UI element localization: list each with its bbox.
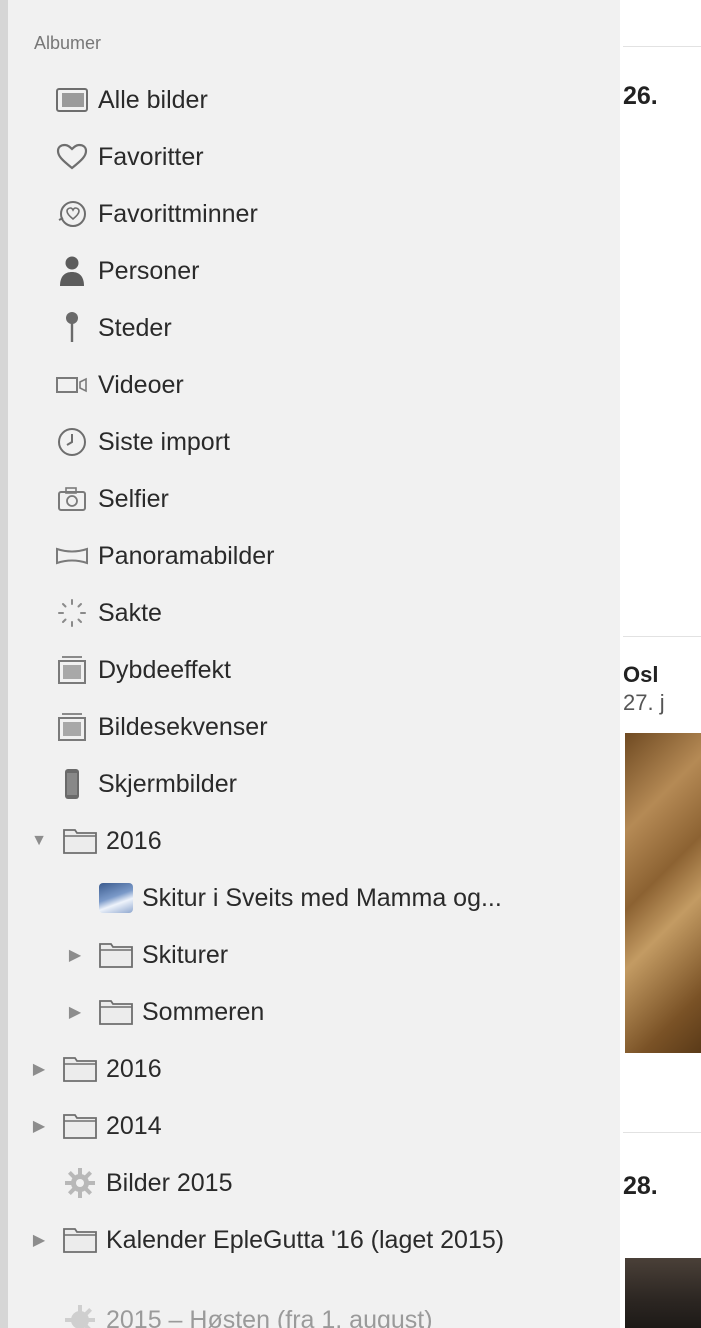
sidebar-item-label: Skjermbilder <box>98 769 237 798</box>
folder-label: 2014 <box>106 1111 162 1140</box>
selfie-camera-icon <box>54 481 90 517</box>
disclosure-collapsed-icon[interactable]: ▶ <box>66 945 84 965</box>
burst-icon <box>54 709 90 745</box>
disclosure-collapsed-icon[interactable]: ▶ <box>30 1059 48 1079</box>
sidebar-item-favorites[interactable]: Favoritter <box>54 135 204 179</box>
folder-label: 2016 <box>106 826 162 855</box>
album-label: Bilder 2015 <box>106 1168 233 1197</box>
sidebar-item-label: Favoritter <box>98 142 204 171</box>
sidebar-item-last-import[interactable]: Siste import <box>54 420 230 464</box>
photo-thumbnail[interactable] <box>625 733 701 1053</box>
pin-icon <box>54 310 90 346</box>
folder-label: Sommeren <box>142 997 265 1026</box>
sidebar-item-selfies[interactable]: Selfier <box>54 477 169 521</box>
section-title: Osl <box>623 662 659 687</box>
photo-timeline[interactable]: 26. Osl 27. j 28. <box>620 0 701 1328</box>
memory-heart-icon <box>54 196 90 232</box>
sidebar-item-depth-effect[interactable]: Dybdeeffekt <box>54 648 231 692</box>
sidebar-item-label: Favorittminner <box>98 199 258 228</box>
folder-2016-expanded[interactable]: ▼ 2016 <box>30 819 162 863</box>
album-label: 2015 – Høsten (fra 1. august) <box>106 1305 433 1328</box>
clock-icon <box>54 424 90 460</box>
slomo-icon <box>54 595 90 631</box>
sidebar-item-label: Siste import <box>98 427 230 456</box>
sidebar-item-label: Sakte <box>98 598 162 627</box>
folder-kalender-eplegutta[interactable]: ▶ Kalender EpleGutta '16 (laget 2015) <box>30 1218 504 1262</box>
panorama-icon <box>54 538 90 574</box>
heart-icon <box>54 139 90 175</box>
screenshot-icon <box>54 766 90 802</box>
smart-album-2015-hosten[interactable]: 2015 – Høsten (fra 1. august) <box>62 1298 433 1328</box>
sidebar-item-label: Steder <box>98 313 172 342</box>
gear-icon <box>62 1302 98 1328</box>
section-divider <box>623 46 701 47</box>
folder-2014[interactable]: ▶ 2014 <box>30 1104 162 1148</box>
person-icon <box>54 253 90 289</box>
section-divider <box>623 636 701 637</box>
folder-icon <box>98 937 134 973</box>
disclosure-collapsed-icon[interactable]: ▶ <box>66 1002 84 1022</box>
sidebar-item-bursts[interactable]: Bildesekvenser <box>54 705 268 749</box>
album-label: Skitur i Sveits med Mamma og... <box>142 883 502 912</box>
sidebar-item-label: Alle bilder <box>98 85 208 114</box>
album-skitur-sveits[interactable]: Skitur i Sveits med Mamma og... <box>98 876 502 920</box>
folder-icon <box>98 994 134 1030</box>
gear-icon <box>62 1165 98 1201</box>
sidebar-item-label: Personer <box>98 256 200 285</box>
sidebar-item-label: Selfier <box>98 484 169 513</box>
sidebar-item-label: Dybdeeffekt <box>98 655 231 684</box>
sidebar-item-label: Videoer <box>98 370 184 399</box>
album-thumbnail <box>98 880 134 916</box>
sidebar-item-label: Panoramabilder <box>98 541 275 570</box>
sidebar-item-slomo[interactable]: Sakte <box>54 591 162 635</box>
folder-label: Skiturer <box>142 940 229 969</box>
sidebar-item-panoramas[interactable]: Panoramabilder <box>54 534 275 578</box>
folder-icon <box>62 1051 98 1087</box>
sidebar: Albumer Alle bilder Favoritter Favorittm… <box>0 0 620 1328</box>
folder-sommeren[interactable]: ▶ Sommeren <box>66 990 264 1034</box>
depth-effect-icon <box>54 652 90 688</box>
section-divider <box>623 1132 701 1133</box>
folder-skiturer[interactable]: ▶ Skiturer <box>66 933 228 977</box>
folder-2016[interactable]: ▶ 2016 <box>30 1047 162 1091</box>
folder-icon <box>62 1222 98 1258</box>
disclosure-collapsed-icon[interactable]: ▶ <box>30 1116 48 1136</box>
folder-icon <box>62 1108 98 1144</box>
section-date: 28. <box>623 1172 658 1200</box>
sidebar-item-all-photos[interactable]: Alle bilder <box>54 78 208 122</box>
sidebar-item-favorite-memories[interactable]: Favorittminner <box>54 192 258 236</box>
folder-label: 2016 <box>106 1054 162 1083</box>
section-date: 26. <box>623 82 658 110</box>
video-icon <box>54 367 90 403</box>
folder-label: Kalender EpleGutta '16 (laget 2015) <box>106 1225 505 1254</box>
disclosure-collapsed-icon[interactable]: ▶ <box>30 1230 48 1250</box>
all-photos-icon <box>54 82 90 118</box>
sidebar-item-videos[interactable]: Videoer <box>54 363 184 407</box>
photo-thumbnail[interactable] <box>625 1258 701 1328</box>
folder-icon <box>62 823 98 859</box>
sidebar-header-albums: Albumer <box>34 33 102 53</box>
smart-album-bilder-2015[interactable]: Bilder 2015 <box>62 1161 232 1205</box>
section-date: 27. j <box>623 690 665 715</box>
sidebar-item-label: Bildesekvenser <box>98 712 268 741</box>
sidebar-item-places[interactable]: Steder <box>54 306 172 350</box>
sidebar-item-screenshots[interactable]: Skjermbilder <box>54 762 237 806</box>
disclosure-expanded-icon[interactable]: ▼ <box>30 832 48 850</box>
sidebar-item-people[interactable]: Personer <box>54 249 199 293</box>
